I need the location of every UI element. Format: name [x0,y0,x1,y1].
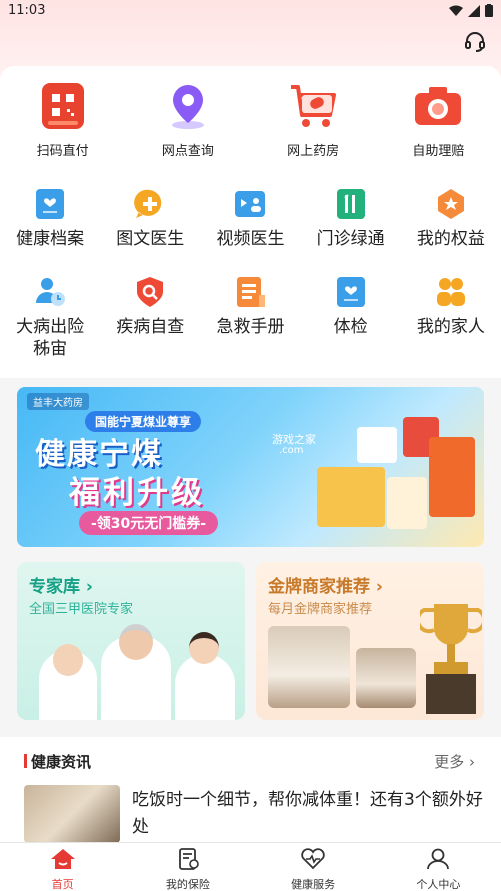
banner-coupon: -领30元无门槛券- [79,511,219,535]
service-label: 体检 [333,317,368,337]
service-first-aid[interactable]: 急救手册 [200,274,300,362]
merchant-card-title: 金牌商家推荐 [268,577,370,597]
gold-merchant-card[interactable]: 金牌商家推荐 › 每月金牌商家推荐 [256,562,484,720]
tab-label: 我的保险 [165,878,210,891]
family-icon [433,274,469,310]
quick-actions-row: 扫码直付 网点查询 网上药房 自助理赔 [0,80,501,159]
service-checkup[interactable]: 体检 [301,274,401,362]
location-pin-icon [162,80,214,132]
product-box [429,437,475,517]
benefits-icon [433,186,469,222]
quick-item-scan-pay[interactable]: 扫码直付 [13,80,113,159]
trophy-icon [420,604,482,714]
checkup-icon [333,274,369,310]
tab-health-service[interactable]: 健康服务 [263,843,363,891]
wifi-icon [449,5,463,16]
expert-card-title: 专家库 [29,577,80,597]
merchant-card-subtitle: 每月金牌商家推荐 [268,602,373,617]
doctor-head [53,644,83,676]
promo-banner[interactable]: 益丰大药房 国能宁夏煤业尊享 健康宁煤 福利升级 -领30元无门槛券- 游戏之家… [17,387,484,547]
service-label: 急救手册 [216,317,285,337]
cart-icon [287,80,339,132]
service-critical-illness[interactable]: 大病出险 秭宙 [0,274,100,362]
news-section-title: 健康资讯 [31,753,92,771]
store-photo [268,626,350,708]
tab-personal-center[interactable]: 个人中心 [388,843,488,891]
quick-item-label: 扫码直付 [36,144,89,159]
service-label: 健康档案 [16,229,85,249]
quick-item-online-pharmacy[interactable]: 网上药房 [263,80,363,159]
chevron-right-icon: › [80,577,93,597]
disease-check-icon [132,274,168,310]
service-label: 我的家人 [416,317,485,337]
service-label: 门诊绿通 [316,229,385,249]
product-can [387,477,427,529]
banner-brand: 益丰大药房 [27,393,89,410]
chevron-right-icon: › [464,753,475,771]
news-more-link[interactable]: 更多 › [434,751,475,772]
customer-service-icon[interactable] [463,30,487,54]
section-marker [24,754,27,768]
quick-item-label: 网上药房 [287,144,340,159]
camera-icon [412,80,464,132]
tab-home[interactable]: 首页 [13,843,113,891]
tab-label: 健康服务 [291,878,336,891]
service-my-family[interactable]: 我的家人 [401,274,501,362]
expert-card-subtitle: 全国三甲医院专家 [29,602,134,617]
service-disease-check[interactable]: 疾病自查 [100,274,200,362]
first-aid-icon [232,274,268,310]
service-label: 我的权益 [416,229,485,249]
status-time: 11:03 [8,3,46,18]
health-file-icon [32,186,68,222]
home-icon [50,849,75,869]
product-box [317,467,385,527]
video-doctor-icon [232,186,268,222]
chevron-right-icon: › [370,577,383,597]
service-label: 疾病自查 [116,317,185,337]
qr-pay-icon [37,80,89,132]
doctor-head [189,632,219,664]
battery-icon [485,4,493,17]
banner-headline-2: 福利升级 [69,475,205,511]
service-health-record[interactable]: 健康档案 [0,186,100,274]
quick-item-label: 网点查询 [161,144,214,159]
service-my-benefits[interactable]: 我的权益 [401,186,501,274]
service-clinic-green[interactable]: 门诊绿通 [301,186,401,274]
quick-item-self-claim[interactable]: 自助理赔 [388,80,488,159]
tab-my-insurance[interactable]: 我的保险 [138,843,238,891]
status-bar: 11:03 [0,0,501,22]
banner-watermark-domain: .com [279,445,304,456]
chat-doctor-icon [132,186,168,222]
person-icon [427,848,450,870]
clinic-green-icon [333,186,369,222]
service-label: 图文医生 [116,229,185,249]
insurance-doc-icon [178,848,199,870]
signal-icon [468,4,480,17]
service-label: 视频医生 [216,229,285,249]
quick-item-label: 自助理赔 [412,144,465,159]
service-video-doctor[interactable]: 视频医生 [200,186,300,274]
tab-label: 首页 [51,878,74,891]
tab-label: 个人中心 [416,878,461,891]
doctor-head [119,624,153,660]
quick-item-outlet-search[interactable]: 网点查询 [138,80,238,159]
product-box [357,427,397,463]
heart-pulse-icon [301,848,325,870]
critical-illness-icon [32,274,68,310]
store-photo [356,648,416,708]
service-grid: 健康档案 图文医生 视频医生 门诊绿通 我的权益 大病出险 秭宙 疾病自查 急救… [0,186,501,362]
expert-library-card[interactable]: 专家库 › 全国三甲医院专家 [17,562,245,720]
bottom-tab-bar: 首页 我的保险 健康服务 个人中心 [0,842,501,891]
service-label: 大病出险 秭宙 [16,317,85,359]
service-text-doctor[interactable]: 图文医生 [100,186,200,274]
news-thumbnail[interactable] [24,785,120,843]
news-more-label: 更多 [434,753,465,771]
news-headline[interactable]: 吃饭时一个细节，帮你减体重！还有3个额外好处 [132,787,488,841]
